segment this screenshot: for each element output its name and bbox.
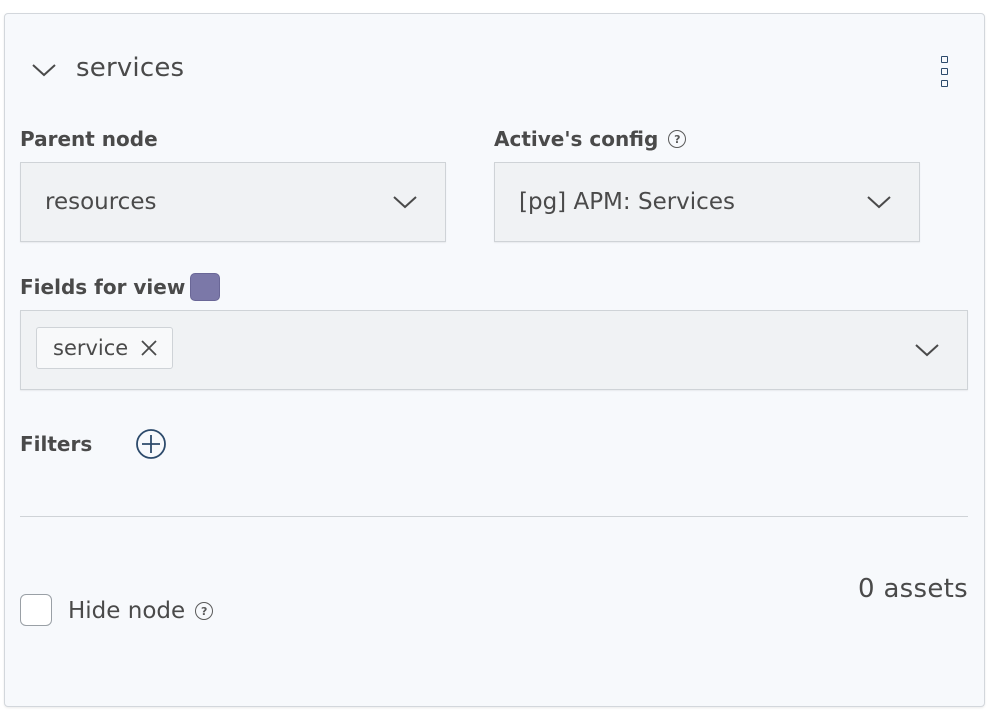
question-circle-icon[interactable]: ?: [195, 602, 214, 620]
parent-node-label: Parent node: [20, 127, 158, 151]
assets-count: 0 assets: [858, 574, 968, 604]
chevron-down-icon: [393, 196, 417, 209]
section-divider: [20, 516, 968, 517]
active-config-value: [pg] APM: Services: [519, 189, 735, 215]
kebab-dot-icon: [940, 79, 948, 87]
field-tag: service: [36, 327, 174, 369]
color-picker-swatch[interactable]: [190, 273, 220, 301]
close-icon: [141, 340, 157, 356]
chevron-down-icon: [867, 196, 891, 209]
active-config-label: Active's config: [494, 127, 659, 151]
remove-tag-button[interactable]: [140, 339, 158, 357]
chevron-down-icon: [915, 344, 939, 357]
hide-node-label: Hide node: [68, 598, 186, 624]
hide-node-checkbox[interactable]: [20, 594, 52, 626]
question-circle-icon[interactable]: ?: [668, 130, 687, 148]
fields-for-view-label: Fields for view: [20, 275, 186, 299]
more-options-button[interactable]: [934, 52, 954, 90]
active-config-label-row: Active's config ?: [494, 127, 687, 151]
field-tag-label: service: [53, 336, 129, 360]
hide-node-label-row: Hide node ?: [68, 598, 214, 624]
kebab-dot-icon: [940, 67, 948, 75]
filters-label: Filters: [20, 432, 93, 456]
plus-circle-icon: [136, 429, 166, 459]
node-title: services: [76, 53, 185, 83]
parent-node-value: resources: [45, 189, 157, 215]
add-filter-button[interactable]: [135, 428, 167, 460]
kebab-dot-icon: [940, 55, 948, 63]
active-config-select[interactable]: [pg] APM: Services: [494, 162, 920, 242]
parent-node-select[interactable]: resources: [20, 162, 446, 242]
chevron-down-icon: [32, 64, 56, 77]
collapse-toggle[interactable]: [28, 56, 60, 84]
